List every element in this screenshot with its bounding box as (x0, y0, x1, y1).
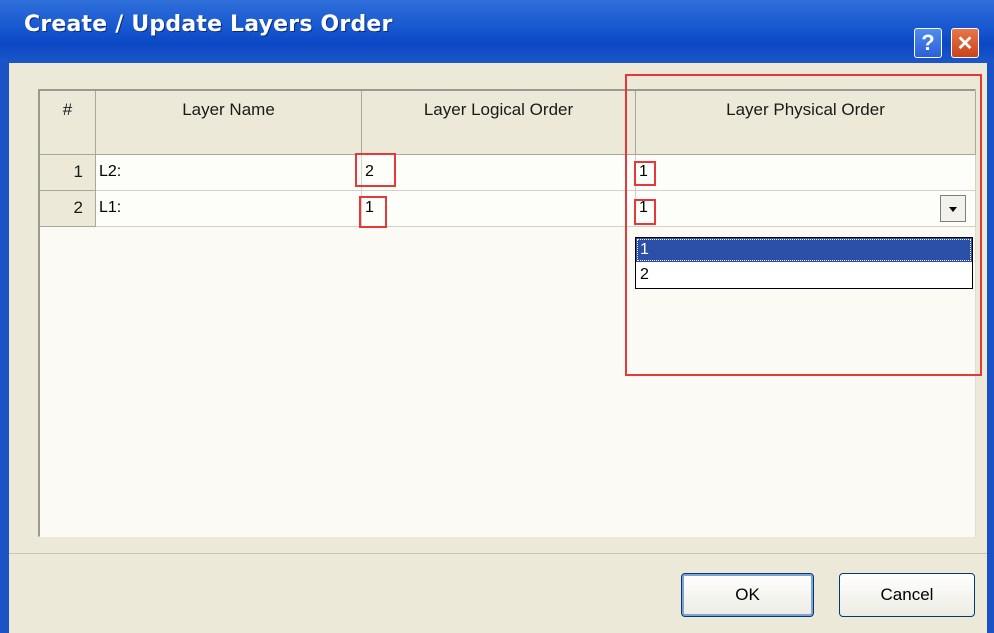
window-title: Create / Update Layers Order (24, 12, 393, 37)
highlight-box (359, 196, 387, 228)
column-header-label: Layer Name (182, 100, 275, 119)
row-number[interactable]: 1 (40, 155, 96, 191)
close-button[interactable]: ✕ (951, 28, 979, 58)
column-header-logical-order[interactable]: Layer Logical Order (362, 91, 636, 155)
row-number[interactable]: 2 (40, 191, 96, 227)
help-button[interactable]: ? (914, 28, 942, 58)
logical-order-cell[interactable]: 1 (362, 191, 636, 227)
highlight-box (355, 153, 396, 187)
help-icon: ? (921, 30, 935, 55)
highlight-box (625, 74, 982, 376)
close-icon: ✕ (956, 32, 974, 55)
layer-name-cell[interactable]: L1: (96, 191, 362, 227)
logical-order-cell[interactable]: 2 (362, 155, 636, 191)
cancel-button[interactable]: Cancel (839, 573, 975, 617)
button-area-separator (9, 553, 987, 554)
title-bar[interactable]: Create / Update Layers Order ? ✕ (0, 0, 994, 63)
window-border-right (987, 63, 994, 633)
column-header-label: Layer Logical Order (423, 100, 574, 119)
column-header-layer-name[interactable]: Layer Name (96, 91, 362, 155)
ok-button[interactable]: OK (681, 573, 814, 617)
layer-name-cell[interactable]: L2: (96, 155, 362, 191)
column-header-label: # (62, 100, 73, 119)
window-border-left (0, 63, 9, 633)
dialog-window: Create / Update Layers Order ? ✕ # Layer… (0, 0, 994, 633)
column-header-number[interactable]: # (40, 91, 96, 155)
